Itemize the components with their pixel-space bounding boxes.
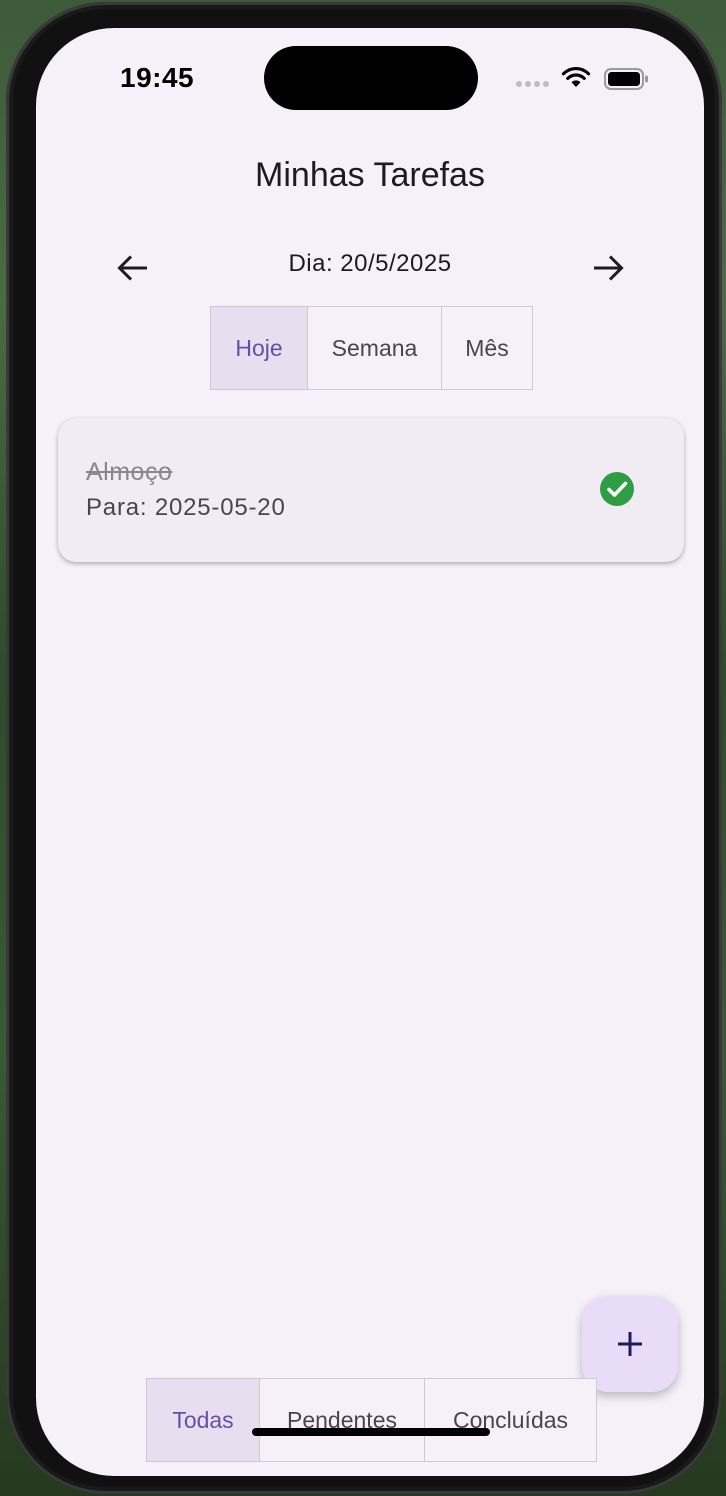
arrow-right-icon <box>594 255 624 281</box>
period-option-semana[interactable]: Semana <box>308 307 442 389</box>
page-title: Minhas Tarefas <box>255 156 485 194</box>
check-circle-icon[interactable] <box>600 472 634 506</box>
current-date-label: Dia: 20/5/2025 <box>288 250 452 277</box>
plus-icon <box>618 1332 642 1356</box>
status-option-pendentes[interactable]: Pendentes <box>260 1379 425 1461</box>
app-screen: 19:45 Minhas Tarefas Dia: 20/5/2025 Hoje… <box>36 28 704 1476</box>
arrow-left-icon <box>117 255 147 281</box>
status-filter: Todas Pendentes Concluídas <box>146 1378 597 1462</box>
status-option-concluidas[interactable]: Concluídas <box>425 1379 596 1461</box>
phone-frame: 19:45 Minhas Tarefas Dia: 20/5/2025 Hoje… <box>6 2 722 1494</box>
task-due-date: Para: 2025-05-20 <box>86 494 286 521</box>
period-option-mes[interactable]: Mês <box>442 307 532 389</box>
task-title: Almoço <box>86 458 173 486</box>
wifi-icon <box>561 66 591 87</box>
battery-icon <box>604 68 648 90</box>
status-option-todas[interactable]: Todas <box>147 1379 260 1461</box>
home-indicator[interactable] <box>252 1428 490 1436</box>
status-time: 19:45 <box>120 62 195 93</box>
dynamic-island <box>264 46 478 110</box>
period-filter: Hoje Semana Mês <box>210 306 533 390</box>
cellular-signal-icon <box>516 81 549 87</box>
period-option-hoje[interactable]: Hoje <box>211 307 308 389</box>
task-card[interactable]: Almoço Para: 2025-05-20 <box>58 418 684 562</box>
previous-day-button[interactable] <box>109 244 157 292</box>
next-day-button[interactable] <box>584 244 632 292</box>
status-bar: 19:45 <box>36 28 704 128</box>
